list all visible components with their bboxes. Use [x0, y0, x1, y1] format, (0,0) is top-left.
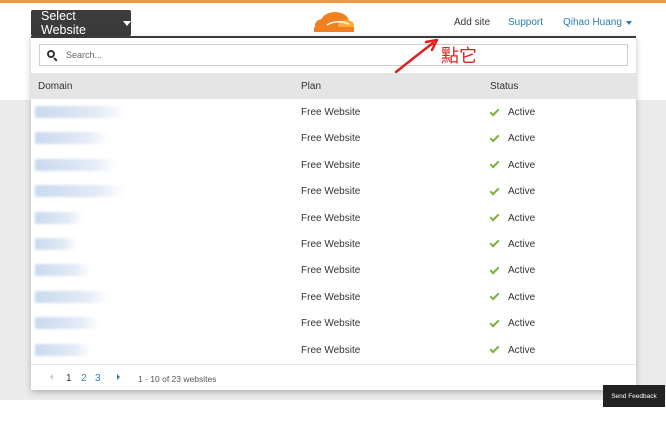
check-icon	[489, 211, 500, 222]
search-icon	[47, 49, 58, 62]
table-row[interactable]: Free Website Active	[31, 178, 636, 204]
status-text: Active	[508, 159, 536, 171]
status-cell: Active	[489, 132, 536, 145]
domain-redacted[interactable]	[35, 343, 91, 356]
plan-cell: Free Website	[301, 186, 361, 198]
column-header-plan: Plan	[301, 81, 322, 92]
domain-redacted[interactable]	[35, 106, 125, 118]
annotation-text: 點它	[441, 46, 477, 67]
status-text: Active	[508, 344, 536, 356]
plan-cell: Free Website	[301, 238, 361, 250]
check-icon	[489, 106, 500, 116]
check-icon	[489, 343, 500, 354]
domain-redacted[interactable]	[35, 290, 109, 303]
plan-cell: Free Website	[301, 318, 361, 330]
column-header-domain: Domain	[38, 81, 73, 92]
search-input[interactable]	[66, 50, 606, 60]
table-row[interactable]: Free Website Active	[31, 231, 636, 257]
plan-cell: Free Website	[301, 265, 361, 277]
domain-redacted[interactable]	[35, 264, 91, 277]
table-row[interactable]: Free Website Active	[31, 125, 636, 151]
status-text: Active	[508, 107, 536, 118]
plan-cell: Free Website	[301, 159, 361, 171]
plan-cell: Free Website	[301, 212, 361, 224]
status-cell: Active	[489, 238, 536, 250]
website-dropdown-panel: Domain Plan Status Free Website Active F…	[31, 36, 636, 390]
status-cell: Active	[489, 290, 536, 303]
status-cell: Active	[489, 158, 536, 171]
table-row[interactable]: Free Website Active	[31, 205, 636, 231]
status-text: Active	[508, 265, 536, 277]
status-text: Active	[508, 186, 536, 198]
table-row[interactable]: Free Website Active	[31, 337, 636, 363]
status-cell: Active	[489, 264, 536, 277]
status-text: Active	[508, 212, 536, 224]
plan-cell: Free Website	[301, 344, 361, 356]
user-name: Qihao Huang	[563, 17, 622, 28]
status-text: Active	[508, 238, 536, 250]
page-3[interactable]: 3	[95, 373, 101, 384]
prev-page-icon[interactable]	[50, 374, 53, 380]
user-menu[interactable]: Qihao Huang	[563, 17, 632, 28]
column-header-status: Status	[490, 81, 519, 92]
plan-cell: Free Website	[301, 133, 361, 145]
table-row[interactable]: Free Website Active	[31, 152, 636, 178]
search-box[interactable]	[39, 44, 628, 66]
domain-redacted[interactable]	[35, 158, 117, 171]
status-text: Active	[508, 318, 536, 330]
status-cell: Active	[489, 185, 536, 198]
check-icon	[489, 185, 500, 196]
add-site-link[interactable]: Add site	[454, 17, 490, 28]
table-row[interactable]: Free Website Active	[31, 284, 636, 310]
domain-redacted[interactable]	[35, 317, 99, 330]
pagination: 1 2 3 1 - 10 of 23 websites	[31, 364, 636, 392]
caret-down-icon	[625, 20, 632, 25]
domain-redacted[interactable]	[35, 211, 83, 224]
page-2[interactable]: 2	[81, 373, 87, 384]
website-list: Free Website Active Free Website Active …	[31, 99, 636, 363]
plan-cell: Free Website	[301, 291, 361, 303]
caret-down-icon	[123, 20, 131, 26]
check-icon	[489, 264, 500, 275]
check-icon	[489, 290, 500, 301]
status-text: Active	[508, 291, 536, 303]
select-website-button[interactable]: Select Website	[31, 9, 131, 37]
select-website-label: Select Website	[41, 9, 86, 37]
support-link[interactable]: Support	[508, 17, 543, 28]
check-icon	[489, 317, 500, 328]
check-icon	[489, 158, 500, 169]
status-cell: Active	[489, 317, 536, 330]
check-icon	[489, 238, 500, 248]
table-row[interactable]: Free Website Active	[31, 99, 636, 125]
domain-redacted[interactable]	[35, 237, 77, 250]
cloud-logo-icon[interactable]	[311, 10, 355, 32]
domain-redacted[interactable]	[35, 132, 109, 145]
table-row[interactable]: Free Website Active	[31, 257, 636, 283]
table-row[interactable]: Free Website Active	[31, 310, 636, 336]
status-cell: Active	[489, 106, 536, 118]
pagination-info: 1 - 10 of 23 websites	[138, 374, 217, 384]
status-cell: Active	[489, 343, 536, 356]
status-text: Active	[508, 133, 536, 145]
status-cell: Active	[489, 211, 536, 224]
plan-cell: Free Website	[301, 107, 361, 118]
next-page-icon[interactable]	[117, 374, 120, 380]
table-header: Domain Plan Status	[31, 73, 636, 99]
send-feedback-button[interactable]: Send Feedback	[603, 385, 665, 407]
domain-redacted[interactable]	[35, 185, 125, 198]
check-icon	[489, 132, 500, 143]
page-1[interactable]: 1	[66, 373, 72, 384]
